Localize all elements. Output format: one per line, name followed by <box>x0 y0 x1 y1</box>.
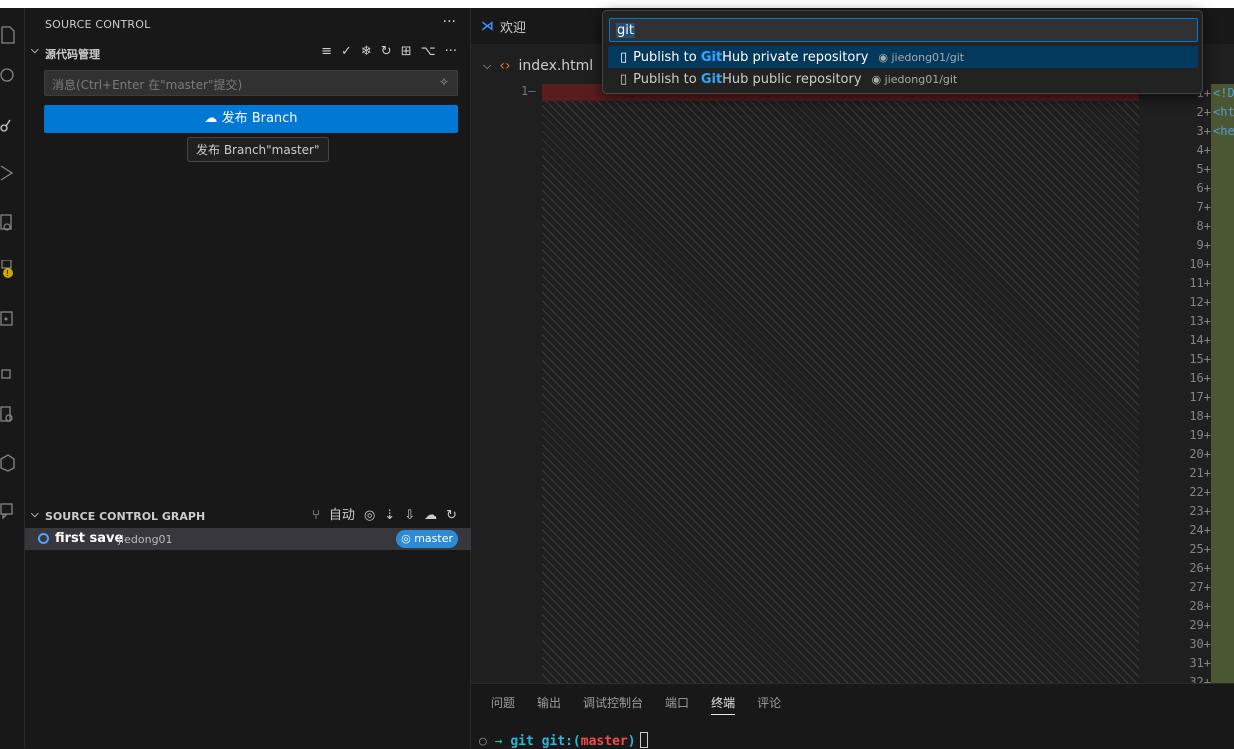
terminal-prompt[interactable]: ○ → git git:(master) <box>479 732 648 749</box>
tab-problems[interactable]: 问题 <box>491 694 515 715</box>
remote-explorer-icon[interactable] <box>0 214 18 232</box>
testing-icon[interactable] <box>0 310 18 328</box>
svg-text:!: ! <box>6 269 9 278</box>
tab-comments[interactable]: 评论 <box>757 694 781 715</box>
explorer-icon[interactable] <box>0 26 18 44</box>
scm-section-label: 源代码管理 <box>45 48 100 61</box>
code-line: <he <box>1213 124 1234 138</box>
github-copilot-icon[interactable]: ⊞ <box>401 44 412 60</box>
terminal-cursor <box>639 732 648 748</box>
more-actions-icon[interactable]: ··· <box>445 44 457 60</box>
stash-icon[interactable]: ❄ <box>361 44 372 60</box>
quick-pick-value: git <box>616 23 635 38</box>
commit-message: first save <box>55 531 124 546</box>
panel-tabs: 问题 输出 调试控制台 端口 终端 评论 <box>491 694 781 715</box>
quick-pick: git ▯ Publish to GitHub private reposito… <box>602 10 1203 94</box>
pull-icon[interactable]: ⇩ <box>404 508 415 524</box>
tab-welcome[interactable]: ⋊ 欢迎 <box>471 8 536 44</box>
github-icon: ◉ <box>871 72 882 86</box>
branch-graph-icon[interactable]: ⌥ <box>421 44 436 60</box>
refresh-icon[interactable]: ↻ <box>381 44 392 60</box>
scm-section-actions: ≡ ✓ ❄ ↻ ⊞ ⌥ ··· <box>321 44 457 60</box>
terminal-status-icon: ○ <box>479 734 487 749</box>
publish-public-item[interactable]: ▯ Publish to GitHub public repository ◉ … <box>608 68 1198 90</box>
github-icon: ◉ <box>878 50 888 64</box>
push-cloud-icon[interactable]: ☁ <box>424 508 437 524</box>
publish-branch-button[interactable]: ☁ 发布 Branch <box>44 105 458 133</box>
quick-pick-input[interactable]: git <box>609 18 1198 42</box>
source-control-icon[interactable] <box>0 116 18 134</box>
prompt-dir: git <box>510 734 534 749</box>
tab-terminal[interactable]: 终端 <box>711 694 736 715</box>
chat-icon[interactable] <box>0 502 18 520</box>
settings-sync-icon[interactable] <box>0 406 18 424</box>
diff-added-side: <!D <ht <he <box>1211 84 1234 683</box>
graph-section-label: SOURCE CONTROL GRAPH <box>45 510 206 523</box>
commit-node-icon <box>38 533 49 544</box>
graph-section-actions: ⑂ 自动 ◎ ⇣ ⇩ ☁ ↻ <box>312 508 457 524</box>
fetch-icon[interactable]: ⇣ <box>384 508 395 524</box>
left-line-number: 1— <box>521 84 536 98</box>
code-line: <!D <box>1213 86 1234 100</box>
prompt-arrow: → <box>494 734 503 749</box>
graph-section-header[interactable]: ⌵ SOURCE CONTROL GRAPH ⑂ 自动 ◎ ⇣ ⇩ ☁ ↻ <box>25 506 471 528</box>
tab-ports[interactable]: 端口 <box>665 694 689 715</box>
vscode-logo-icon: ⋊ <box>481 18 494 34</box>
run-debug-icon[interactable] <box>0 164 18 182</box>
repo-icon: ▯ <box>620 49 628 65</box>
sidebar-more-button[interactable]: ··· <box>443 14 456 30</box>
commit-author: jiedong01 <box>118 533 173 546</box>
scm-section-header[interactable]: ⌵ 源代码管理 ≡ ✓ ❄ ↻ ⊞ ⌥ ··· <box>25 42 471 64</box>
package-icon[interactable] <box>0 454 18 472</box>
chevron-down-icon: ⌵ <box>31 45 39 56</box>
refresh-icon[interactable]: ↻ <box>446 508 457 524</box>
repo-icon: ▯ <box>620 71 628 87</box>
bottom-panel: 问题 输出 调试控制台 端口 终端 评论 ○ → git git:(master… <box>471 683 1234 749</box>
target-icon[interactable]: ◎ <box>364 508 375 524</box>
commit-check-icon[interactable]: ✓ <box>341 44 352 60</box>
right-line-numbers: 1+ 2+ 3+ 4+ 5+ 6+ 7+ 8+ 9+ 10+ 11+ 12+ 13+ 14+ 15+ 1… <box>1189 86 1211 689</box>
extensions-warning-icon[interactable]: ! <box>0 259 18 278</box>
publish-branch-label: 发布 Branch <box>221 111 298 126</box>
branch-badge: ◎ master <box>396 530 458 548</box>
chevron-down-icon: ⌵ <box>31 509 39 520</box>
view-as-list-icon[interactable]: ≡ <box>321 44 332 60</box>
search-icon[interactable] <box>0 68 18 86</box>
editor-area: ⋊ 欢迎 ⌵ ‹› index.html 1— 1+ 2+ 3+ 4+ 5+ 6+ 7+ 8… <box>471 8 1234 689</box>
activity-bar: ! <box>0 8 25 748</box>
title-strip <box>0 0 1234 8</box>
tab-debug-console[interactable]: 调试控制台 <box>583 694 643 715</box>
breadcrumb-file[interactable]: index.html <box>519 58 594 74</box>
branch-badge-label: master <box>414 532 453 545</box>
extensions-icon[interactable] <box>0 362 18 380</box>
graph-commit-row[interactable]: first save jiedong01 ◎ master <box>25 528 471 550</box>
source-control-sidebar: SOURCE CONTROL ··· ⌵ 源代码管理 ≡ ✓ ❄ ↻ ⊞ ⌥ ·… <box>25 8 471 748</box>
publish-tooltip: 发布 Branch"master" <box>187 137 329 162</box>
graph-auto-label[interactable]: 自动 <box>329 508 355 524</box>
cloud-upload-icon: ☁ <box>204 111 218 126</box>
tab-output[interactable]: 输出 <box>537 694 561 715</box>
publish-private-item[interactable]: ▯ Publish to GitHub private repository ◉… <box>608 46 1198 68</box>
html-file-icon: ‹› <box>499 58 511 74</box>
prompt-git: git:(master) <box>541 734 636 749</box>
tab-welcome-label: 欢迎 <box>500 20 527 36</box>
branch-icon[interactable]: ⑂ <box>312 508 320 524</box>
diff-empty-side <box>542 84 1139 683</box>
code-line: <ht <box>1213 105 1234 119</box>
sidebar-title: SOURCE CONTROL <box>45 18 151 31</box>
sparkle-icon[interactable]: ✧ <box>439 75 449 89</box>
chevron-down-icon[interactable]: ⌵ <box>483 59 491 73</box>
commit-placeholder: 消息(Ctrl+Enter 在"master"提交) <box>52 78 243 92</box>
breadcrumb: ⌵ ‹› index.html <box>471 52 593 80</box>
commit-message-input[interactable]: 消息(Ctrl+Enter 在"master"提交) ✧ <box>44 70 458 96</box>
